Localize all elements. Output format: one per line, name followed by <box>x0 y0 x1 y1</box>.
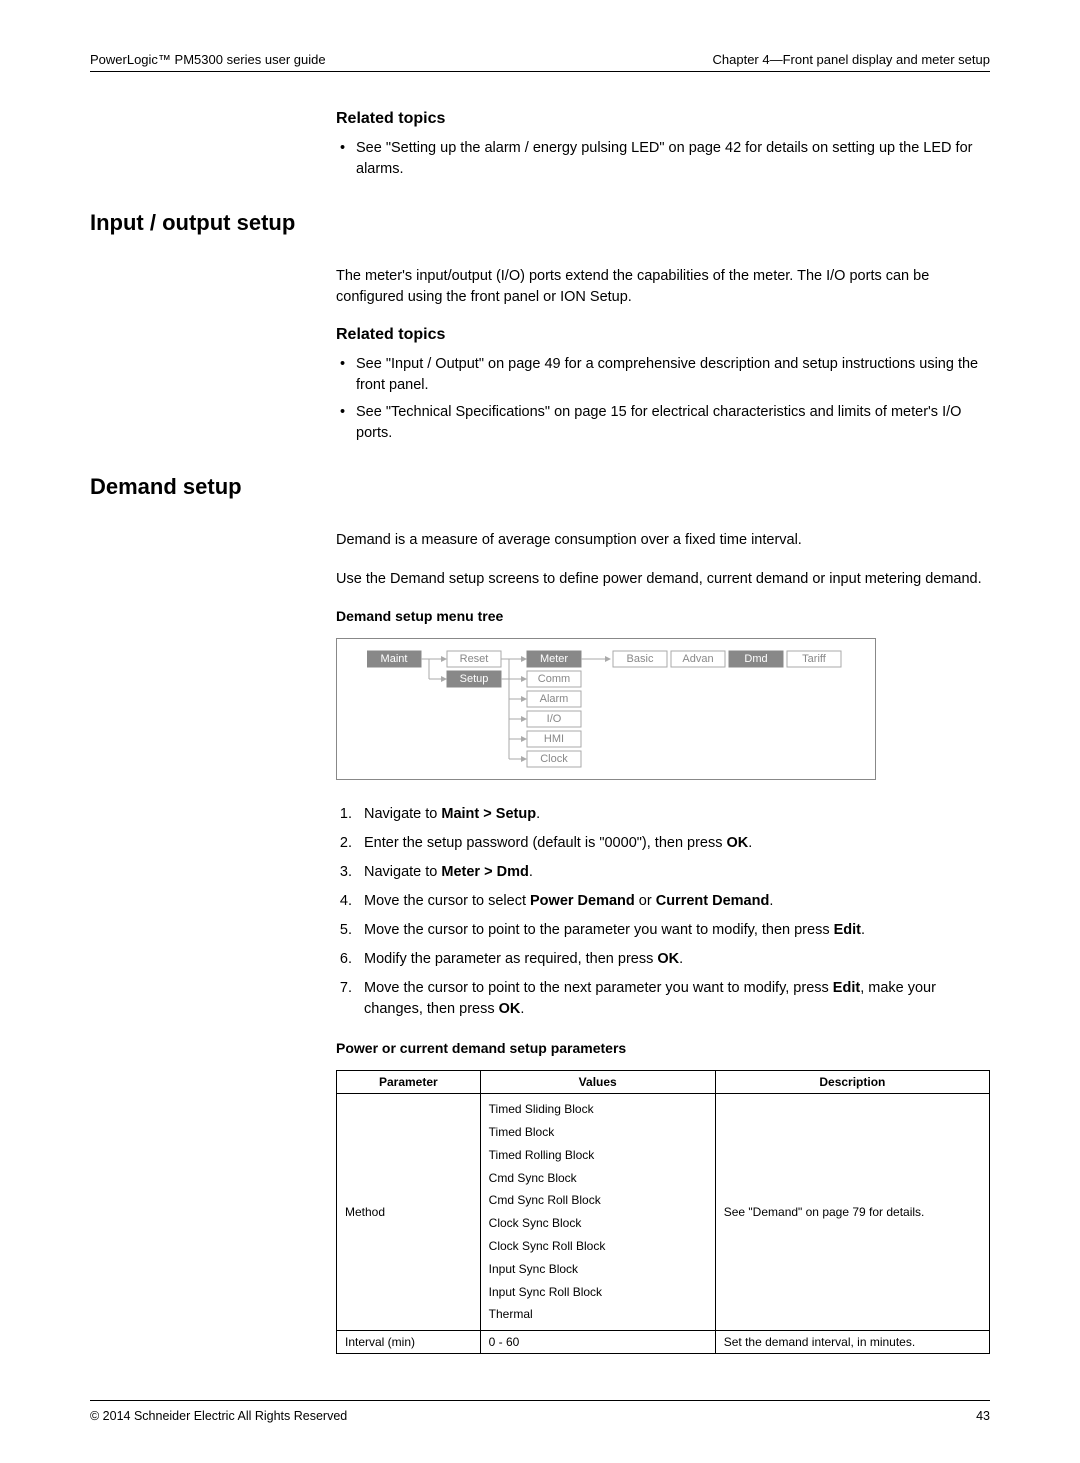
svg-text:Comm: Comm <box>538 673 570 685</box>
footer-copyright: © 2014 Schneider Electric All Rights Res… <box>90 1409 347 1423</box>
step-item: Enter the setup password (default is "00… <box>356 833 990 854</box>
page-header: PowerLogic™ PM5300 series user guide Cha… <box>90 52 990 72</box>
svg-text:Setup: Setup <box>460 673 489 685</box>
param-table-title: Power or current demand setup parameters <box>336 1040 990 1056</box>
related-topics-block-1: Related topics See "Setting up the alarm… <box>336 110 990 180</box>
step-item: Modify the parameter as required, then p… <box>356 949 990 970</box>
svg-text:Tariff: Tariff <box>802 653 827 665</box>
svg-text:Meter: Meter <box>540 653 568 665</box>
table-row: Method Timed Sliding Block Timed Block T… <box>337 1094 990 1331</box>
svg-text:Dmd: Dmd <box>744 653 767 665</box>
svg-text:Reset: Reset <box>460 653 489 665</box>
svg-text:Maint: Maint <box>381 653 408 665</box>
col-description: Description <box>715 1071 989 1094</box>
demand-p2: Use the Demand setup screens to define p… <box>336 569 990 590</box>
value-item: Cmd Sync Block <box>489 1167 707 1190</box>
svg-text:Basic: Basic <box>627 653 654 665</box>
demand-setup-heading: Demand setup <box>90 474 990 500</box>
demand-steps-list: Navigate to Maint > Setup. Enter the set… <box>336 804 990 1020</box>
io-intro-text: The meter's input/output (I/O) ports ext… <box>336 266 990 308</box>
value-item: Timed Sliding Block <box>489 1098 707 1121</box>
menu-tree-svg: Maint Reset Setup <box>367 649 847 769</box>
demand-p1: Demand is a measure of average consumpti… <box>336 530 990 551</box>
value-item: Timed Rolling Block <box>489 1144 707 1167</box>
cell-values: Timed Sliding Block Timed Block Timed Ro… <box>480 1094 715 1331</box>
param-table: Parameter Values Description Method Time… <box>336 1070 990 1354</box>
svg-text:Alarm: Alarm <box>540 693 569 705</box>
cell-param: Method <box>337 1094 481 1331</box>
value-item: Timed Block <box>489 1121 707 1144</box>
svg-text:Clock: Clock <box>540 753 568 765</box>
cell-desc: See "Demand" on page 79 for details. <box>715 1094 989 1331</box>
cell-values: 0 - 60 <box>480 1331 715 1354</box>
menu-tree-diagram: Maint Reset Setup <box>336 638 876 780</box>
step-item: Navigate to Meter > Dmd. <box>356 862 990 883</box>
cell-desc: Set the demand interval, in minutes. <box>715 1331 989 1354</box>
related-topics-heading: Related topics <box>336 110 990 128</box>
footer-page-number: 43 <box>976 1409 990 1423</box>
related-topics-heading: Related topics <box>336 326 990 344</box>
value-item: Thermal <box>489 1303 707 1326</box>
step-item: Move the cursor to select Power Demand o… <box>356 891 990 912</box>
page: PowerLogic™ PM5300 series user guide Cha… <box>0 0 1080 1463</box>
page-footer: © 2014 Schneider Electric All Rights Res… <box>90 1400 990 1423</box>
value-item: Input Sync Block <box>489 1258 707 1281</box>
related-topic-item: See "Input / Output" on page 49 for a co… <box>336 354 990 396</box>
value-item: Clock Sync Roll Block <box>489 1235 707 1258</box>
step-item: Move the cursor to point to the paramete… <box>356 920 990 941</box>
value-item: Cmd Sync Roll Block <box>489 1189 707 1212</box>
step-item: Move the cursor to point to the next par… <box>356 978 990 1020</box>
header-right: Chapter 4—Front panel display and meter … <box>713 52 991 67</box>
svg-text:HMI: HMI <box>544 733 564 745</box>
svg-text:I/O: I/O <box>547 713 562 725</box>
menu-tree-title: Demand setup menu tree <box>336 608 990 624</box>
step-item: Navigate to Maint > Setup. <box>356 804 990 825</box>
related-topics-list: See "Setting up the alarm / energy pulsi… <box>336 138 990 180</box>
col-values: Values <box>480 1071 715 1094</box>
related-topics-list: See "Input / Output" on page 49 for a co… <box>336 354 990 444</box>
demand-setup-block: Demand is a measure of average consumpti… <box>336 530 990 1354</box>
io-setup-block: The meter's input/output (I/O) ports ext… <box>336 266 990 444</box>
value-item: Input Sync Roll Block <box>489 1281 707 1304</box>
cell-param: Interval (min) <box>337 1331 481 1354</box>
table-row: Interval (min) 0 - 60 Set the demand int… <box>337 1331 990 1354</box>
related-topic-item: See "Technical Specifications" on page 1… <box>336 402 990 444</box>
related-topic-item: See "Setting up the alarm / energy pulsi… <box>336 138 990 180</box>
svg-text:Advan: Advan <box>682 653 713 665</box>
table-header-row: Parameter Values Description <box>337 1071 990 1094</box>
io-setup-heading: Input / output setup <box>90 210 990 236</box>
header-left: PowerLogic™ PM5300 series user guide <box>90 52 326 67</box>
page-content: Related topics See "Setting up the alarm… <box>90 72 990 1423</box>
col-parameter: Parameter <box>337 1071 481 1094</box>
value-item: Clock Sync Block <box>489 1212 707 1235</box>
